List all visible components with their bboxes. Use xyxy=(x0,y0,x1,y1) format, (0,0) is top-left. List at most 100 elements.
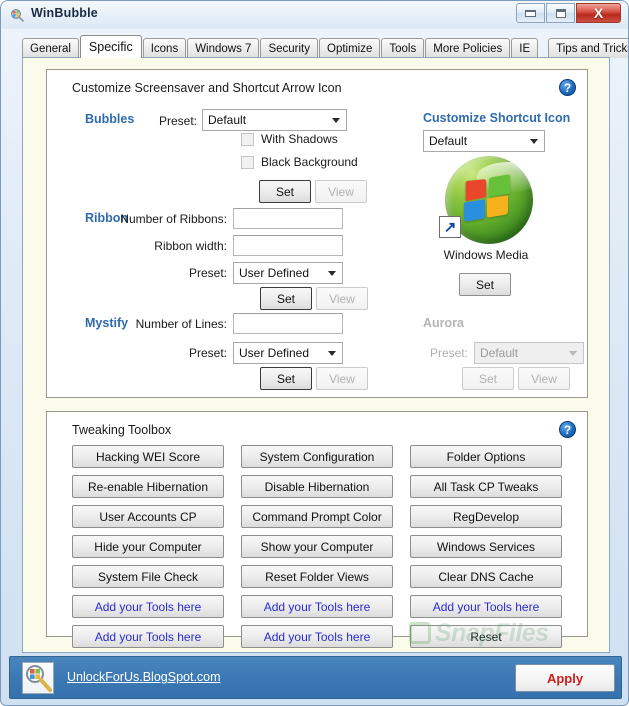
tab-more-policies[interactable]: More Policies xyxy=(425,38,511,58)
tab-strip: General Specific Icons Windows 7 Securit… xyxy=(22,35,628,58)
tab-windows-7[interactable]: Windows 7 xyxy=(187,38,260,58)
shortcut-icon-combo[interactable]: Default xyxy=(423,130,545,152)
ribbon-set-button[interactable]: Set xyxy=(260,287,312,310)
tab-tools[interactable]: Tools xyxy=(381,38,425,58)
tab-optimize[interactable]: Optimize xyxy=(319,38,381,58)
button-add-your-tools-2[interactable]: Add your Tools here xyxy=(72,625,224,648)
checkbox-box xyxy=(241,155,254,169)
with-shadows-label: With Shadows xyxy=(261,132,338,146)
button-system-file-check[interactable]: System File Check xyxy=(72,565,224,588)
chevron-down-icon xyxy=(328,271,336,276)
help-icon[interactable]: ? xyxy=(559,79,576,96)
ribbon-width-input[interactable] xyxy=(233,235,343,256)
mystify-preset-combo[interactable]: User Defined xyxy=(233,342,343,364)
button-re-enable-hibernation[interactable]: Re-enable Hibernation xyxy=(72,475,224,498)
with-shadows-checkbox[interactable]: With Shadows xyxy=(241,132,338,146)
mystify-preset-label: Preset: xyxy=(188,346,227,360)
button-windows-services[interactable]: Windows Services xyxy=(410,535,562,558)
close-button[interactable]: X xyxy=(576,3,621,23)
bubbles-set-button[interactable]: Set xyxy=(259,180,311,203)
shortcut-icon-preview[interactable]: ↗ Windows Media xyxy=(423,154,549,269)
ribbon-width-label: Ribbon width: xyxy=(154,239,227,253)
chevron-down-icon xyxy=(332,118,340,123)
aurora-preset-value: Default xyxy=(480,346,519,360)
button-regdevelop[interactable]: RegDevelop xyxy=(410,505,562,528)
screensaver-group-title: Customize Screensaver and Shortcut Arrow… xyxy=(72,81,342,95)
black-background-checkbox[interactable]: Black Background xyxy=(241,155,358,169)
tab-panel-specific: Customize Screensaver and Shortcut Arrow… xyxy=(22,57,610,653)
apply-button[interactable]: Apply xyxy=(515,664,615,692)
maximize-button[interactable] xyxy=(546,3,575,23)
button-add-your-tools-5[interactable]: Add your Tools here xyxy=(410,595,562,618)
mystify-lines-label: Number of Lines: xyxy=(135,317,227,331)
button-add-your-tools-3[interactable]: Add your Tools here xyxy=(241,595,393,618)
toolbox-group-title: Tweaking Toolbox xyxy=(72,423,172,437)
mystify-preset-value: User Defined xyxy=(239,346,310,360)
ribbon-preset-combo[interactable]: User Defined xyxy=(233,262,343,284)
tab-ie[interactable]: IE xyxy=(511,38,539,58)
tab-specific[interactable]: Specific xyxy=(79,35,142,58)
button-folder-options[interactable]: Folder Options xyxy=(410,445,562,468)
mystify-set-button[interactable]: Set xyxy=(260,367,312,390)
mystify-lines-input[interactable] xyxy=(233,313,343,334)
checkbox-box xyxy=(241,132,254,146)
website-link[interactable]: UnlockForUs.BlogSpot.com xyxy=(67,670,221,684)
aurora-preset-combo: Default xyxy=(474,342,584,364)
button-command-prompt-color[interactable]: Command Prompt Color xyxy=(241,505,393,528)
tab-general[interactable]: General xyxy=(22,38,79,58)
bubbles-preset-combo[interactable]: Default xyxy=(202,109,347,131)
button-add-your-tools-1[interactable]: Add your Tools here xyxy=(72,595,224,618)
application-window: WinBubble X General Specific Icons Windo… xyxy=(0,0,629,706)
chevron-down-icon xyxy=(328,351,336,356)
ribbon-view-button: View xyxy=(316,287,368,310)
bubbles-preset-value: Default xyxy=(208,113,247,127)
minimize-button[interactable] xyxy=(516,3,545,23)
black-background-label: Black Background xyxy=(261,155,358,169)
shortcut-icon-heading: Customize Shortcut Icon xyxy=(423,111,571,125)
tweaking-toolbox-group: Tweaking Toolbox ? Hacking WEI Score Re-… xyxy=(46,411,588,648)
status-bar: UnlockForUs.BlogSpot.com Apply xyxy=(9,656,622,699)
mystify-view-button: View xyxy=(316,367,368,390)
shortcut-icon-combo-value: Default xyxy=(429,134,468,148)
aurora-set-button: Set xyxy=(462,367,514,390)
bubbles-preset-label: Preset: xyxy=(158,114,197,128)
button-system-configuration[interactable]: System Configuration xyxy=(241,445,393,468)
app-magnifier-icon xyxy=(22,662,54,694)
button-show-your-computer[interactable]: Show your Computer xyxy=(241,535,393,558)
button-hacking-wei-score[interactable]: Hacking WEI Score xyxy=(72,445,224,468)
ribbon-preset-value: User Defined xyxy=(239,266,310,280)
shortcut-arrow-icon: ↗ xyxy=(439,216,461,238)
aurora-preset-label: Preset: xyxy=(429,346,468,360)
button-user-accounts-cp[interactable]: User Accounts CP xyxy=(72,505,224,528)
ribbon-preset-label: Preset: xyxy=(188,266,227,280)
close-icon: X xyxy=(593,5,604,21)
app-magnifier-icon xyxy=(10,8,25,23)
help-icon[interactable]: ? xyxy=(559,421,576,438)
button-reset-folder-views[interactable]: Reset Folder Views xyxy=(241,565,393,588)
button-all-task-cp-tweaks[interactable]: All Task CP Tweaks xyxy=(410,475,562,498)
bubbles-view-button: View xyxy=(315,180,367,203)
shortcut-icon-set-button[interactable]: Set xyxy=(459,273,511,296)
tab-security[interactable]: Security xyxy=(260,38,318,58)
button-hide-your-computer[interactable]: Hide your Computer xyxy=(72,535,224,558)
screensaver-group: Customize Screensaver and Shortcut Arrow… xyxy=(46,69,588,398)
minimize-icon xyxy=(525,9,536,17)
button-add-your-tools-4[interactable]: Add your Tools here xyxy=(241,625,393,648)
bubbles-heading: Bubbles xyxy=(85,112,135,126)
ribbon-number-input[interactable] xyxy=(233,208,343,229)
aurora-heading: Aurora xyxy=(423,316,464,330)
window-title: WinBubble xyxy=(31,6,98,20)
tab-tips-and-tricks[interactable]: Tips and Tricks xyxy=(548,38,628,58)
button-disable-hibernation[interactable]: Disable Hibernation xyxy=(241,475,393,498)
chevron-down-icon xyxy=(530,139,538,144)
maximize-icon xyxy=(555,8,566,18)
chevron-down-icon xyxy=(569,351,577,356)
mystify-heading: Mystify xyxy=(85,316,129,330)
shortcut-icon-caption: Windows Media xyxy=(443,248,529,262)
button-clear-dns-cache[interactable]: Clear DNS Cache xyxy=(410,565,562,588)
title-bar: WinBubble X xyxy=(1,1,628,29)
aurora-view-button: View xyxy=(518,367,570,390)
button-reset[interactable]: Reset xyxy=(410,625,562,648)
tab-icons[interactable]: Icons xyxy=(142,38,187,58)
ribbon-number-label: Number of Ribbons: xyxy=(120,212,227,226)
